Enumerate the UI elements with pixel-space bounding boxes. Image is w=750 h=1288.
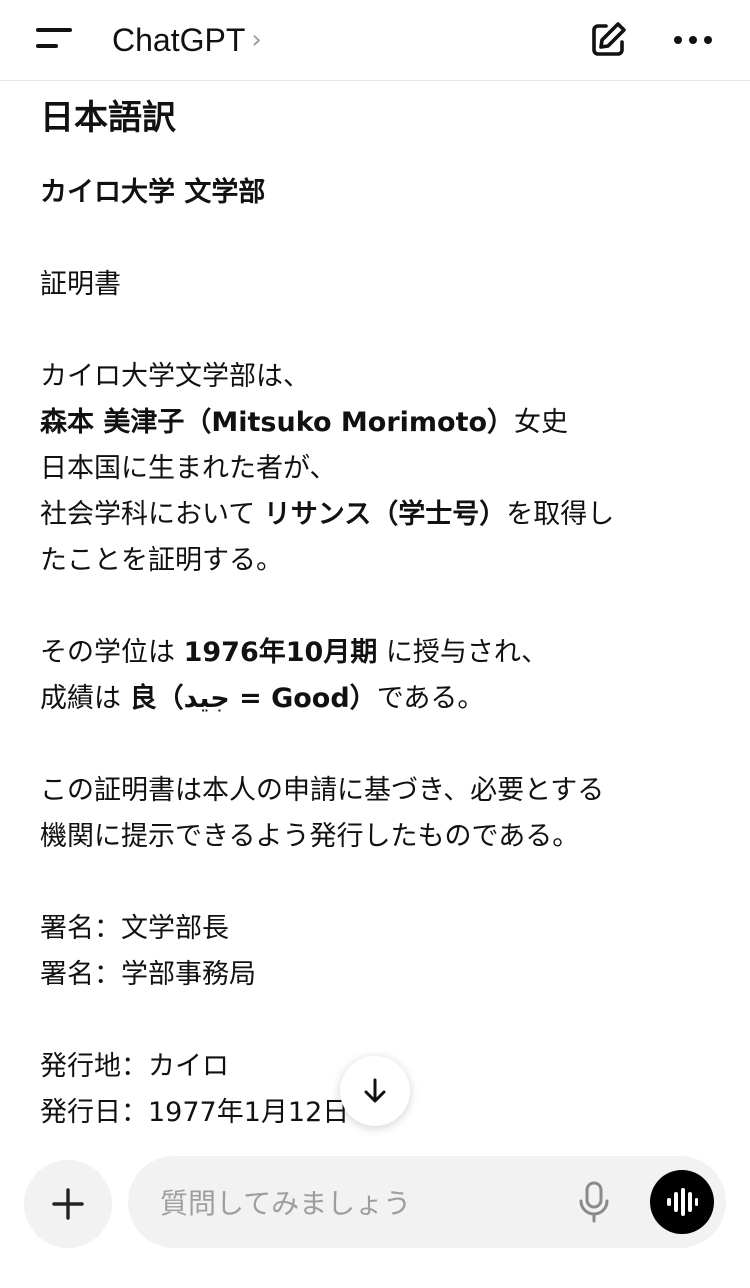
body-line: 森本 美津子（Mitsuko Morimoto）女史 xyxy=(40,400,720,446)
message-heading: 日本語訳 xyxy=(40,98,176,138)
menu-icon[interactable] xyxy=(36,26,76,54)
arrow-down-icon xyxy=(364,1078,386,1103)
body-line: 社会学科において リサンス（学士号）を取得し xyxy=(40,492,720,538)
degree-name: リサンス（学士号） xyxy=(263,499,507,530)
body-line: 日本国に生まれた者が、 xyxy=(40,453,337,484)
body-line: 機関に提示できるよう発行したものである。 xyxy=(40,821,580,852)
assistant-message: 日本語訳 カイロ大学 文学部 証明書 カイロ大学文学部は、 森本 美津子（Mit… xyxy=(40,86,720,1146)
document-title: 証明書 xyxy=(40,269,121,300)
body-line: この証明書は本人の申請に基づき、必要とする xyxy=(40,775,605,806)
menu-line-bottom xyxy=(36,44,58,48)
grade: 良（جيد = Good） xyxy=(129,683,377,714)
voice-mode-icon xyxy=(667,1188,698,1216)
signature-line: 署名：文学部長 xyxy=(40,913,229,944)
body-line: カイロ大学文学部は、 xyxy=(40,361,310,392)
prompt-input[interactable] xyxy=(158,1178,562,1228)
text-segment: である。 xyxy=(376,683,485,714)
text-segment: その学位は xyxy=(40,637,184,668)
text-segment: を取得し xyxy=(506,499,615,530)
person-name: 森本 美津子（Mitsuko Morimoto） xyxy=(40,407,515,438)
signature-line: 署名：学部事務局 xyxy=(40,959,256,990)
body-line: その学位は 1976年10月期 に授与され、 xyxy=(40,630,720,676)
text-segment: 社会学科において xyxy=(40,499,264,530)
name-suffix: 女史 xyxy=(514,407,569,438)
scroll-down-button[interactable] xyxy=(340,1056,410,1126)
text-segment: に授与され、 xyxy=(377,637,549,668)
menu-line-top xyxy=(36,28,72,32)
body-line: 成績は 良（جيد = Good）である。 xyxy=(40,676,720,722)
faculty-name: カイロ大学 文学部 xyxy=(40,177,266,208)
app-title: ChatGPT xyxy=(112,21,246,58)
text-segment: 成績は xyxy=(40,683,130,714)
mic-icon[interactable] xyxy=(576,1180,612,1224)
add-attachment-button[interactable] xyxy=(24,1160,112,1248)
model-selector[interactable]: ChatGPT › xyxy=(112,20,262,60)
voice-mode-button[interactable] xyxy=(650,1170,714,1234)
compose-icon[interactable] xyxy=(586,18,630,62)
body-line: たことを証明する。 xyxy=(40,545,283,576)
more-icon[interactable] xyxy=(670,20,716,60)
top-bar: ChatGPT › xyxy=(0,0,750,81)
composer-bar xyxy=(128,1156,726,1248)
chevron-right-icon: › xyxy=(251,25,262,55)
plus-icon xyxy=(52,1188,84,1220)
degree-date: 1976年10月期 xyxy=(183,637,378,668)
